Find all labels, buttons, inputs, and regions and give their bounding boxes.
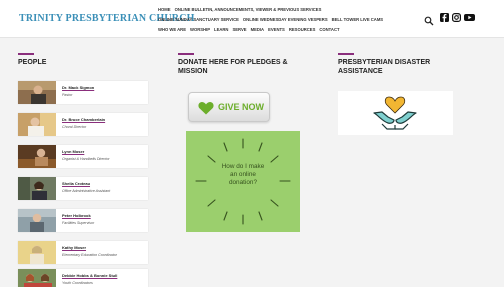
person-card[interactable]: Dr. Mack Sigmon Pastor bbox=[18, 81, 148, 104]
person-name[interactable]: Lynn Moser bbox=[62, 149, 84, 154]
person-card[interactable]: Peter Holbrook Facilities Supervisor bbox=[18, 209, 148, 232]
nav-home[interactable]: HOME bbox=[158, 7, 171, 12]
donate-heading: DONATE HERE FOR PLEDGES & MISSION bbox=[178, 59, 288, 75]
nav-online-bulletin[interactable]: ONLINE BULLETIN, ANNOUNCEMENTS, VIEWER &… bbox=[175, 7, 322, 12]
person-photo bbox=[18, 81, 56, 104]
site-header: TRINITY PRESBYTERIAN CHURCH HOME ONLINE … bbox=[0, 0, 504, 38]
nav-worship[interactable]: WORSHIP bbox=[190, 27, 210, 32]
person-name[interactable]: Dr. Mack Sigmon bbox=[62, 85, 94, 90]
nav-contact[interactable]: CONTACT bbox=[319, 27, 339, 32]
donation-question: How do I make an online donation? bbox=[221, 163, 265, 186]
give-now-button[interactable]: GIVE NOW bbox=[188, 92, 270, 122]
main-nav-row-3: WHO WE ARE WORSHIP LEARN SERVE MEDIA EVE… bbox=[158, 27, 340, 32]
person-name[interactable]: Kathy Moser bbox=[62, 245, 86, 250]
online-donation-help-tile[interactable]: How do I make an online donation? bbox=[186, 131, 300, 232]
person-card[interactable]: Kathy Moser Elementary Education Coordin… bbox=[18, 241, 148, 264]
main-nav-row-2: ONLINE SUNDAY SANCTUARY SERVICE ONLINE W… bbox=[158, 17, 383, 22]
nav-learn[interactable]: LEARN bbox=[214, 27, 228, 32]
disaster-assistance-image[interactable] bbox=[338, 91, 453, 135]
person-card[interactable]: Lynn Moser Organist & Handbells Director bbox=[18, 145, 148, 168]
person-photo bbox=[18, 145, 56, 168]
heart-icon bbox=[198, 102, 214, 115]
nav-serve[interactable]: SERVE bbox=[232, 27, 246, 32]
person-role: Organist & Handbells Director bbox=[62, 157, 110, 161]
facebook-icon[interactable] bbox=[440, 13, 449, 22]
donate-section-bar bbox=[178, 53, 194, 55]
person-photo bbox=[18, 209, 56, 232]
person-photo bbox=[18, 177, 56, 200]
nav-bell-tower-cams[interactable]: BELL TOWER LIVE CAMS bbox=[332, 17, 384, 22]
people-section-bar bbox=[18, 53, 34, 55]
nav-sunday-service[interactable]: ONLINE SUNDAY SANCTUARY SERVICE bbox=[158, 17, 239, 22]
nav-who-we-are[interactable]: WHO WE ARE bbox=[158, 27, 186, 32]
disaster-heading: PRESBYTERIAN DISASTER ASSISTANCE bbox=[338, 59, 431, 75]
disaster-section-bar bbox=[338, 53, 354, 55]
person-card[interactable]: Debbie Hobbs & Bonnie Stull Youth Coordi… bbox=[18, 269, 148, 287]
people-heading: PEOPLE bbox=[18, 59, 47, 66]
person-role: Office Administrative Assistant bbox=[62, 189, 111, 193]
nav-events[interactable]: EVENTS bbox=[268, 27, 285, 32]
person-role: Facilities Supervisor bbox=[62, 221, 95, 225]
give-now-label: GIVE NOW bbox=[218, 102, 265, 112]
person-name[interactable]: Sheila Croteau bbox=[62, 181, 90, 186]
person-card[interactable]: Dr. Bruce Chamberlain Choral Director bbox=[18, 113, 148, 136]
person-role: Pastor bbox=[62, 93, 73, 97]
person-photo bbox=[18, 241, 56, 264]
person-photo bbox=[18, 113, 56, 136]
person-photo bbox=[18, 269, 56, 287]
person-name[interactable]: Debbie Hobbs & Bonnie Stull bbox=[62, 273, 117, 278]
nav-wednesday-vespers[interactable]: ONLINE WEDNESDAY EVENING VESPERS bbox=[243, 17, 328, 22]
social-links bbox=[440, 13, 475, 22]
person-role: Youth Coordinators bbox=[62, 281, 93, 285]
main-nav-row-1: HOME ONLINE BULLETIN, ANNOUNCEMENTS, VIE… bbox=[158, 7, 321, 12]
person-role: Choral Director bbox=[62, 125, 87, 129]
nav-media[interactable]: MEDIA bbox=[251, 27, 265, 32]
youtube-icon[interactable] bbox=[464, 13, 475, 22]
person-role: Elementary Education Coordinator bbox=[62, 253, 117, 257]
search-icon[interactable] bbox=[424, 13, 434, 26]
nav-resources[interactable]: RESOURCES bbox=[289, 27, 316, 32]
instagram-icon[interactable] bbox=[452, 13, 461, 22]
person-name[interactable]: Dr. Bruce Chamberlain bbox=[62, 117, 105, 122]
person-card[interactable]: Sheila Croteau Office Administrative Ass… bbox=[18, 177, 148, 200]
person-name[interactable]: Peter Holbrook bbox=[62, 213, 91, 218]
hands-heart-icon bbox=[373, 96, 417, 130]
